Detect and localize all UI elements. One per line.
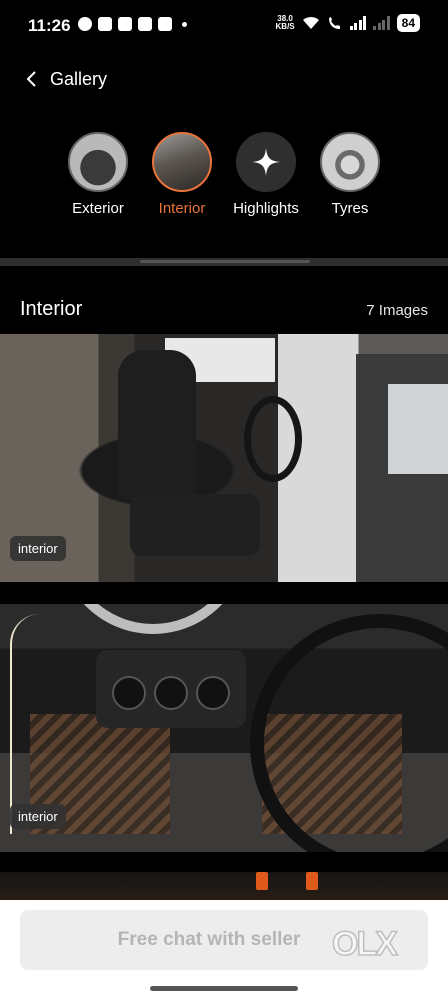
section-title: Interior (20, 298, 83, 320)
photo-tag: interior (10, 804, 66, 829)
tab-label: Tyres (331, 200, 369, 217)
app-header: Gallery (0, 56, 448, 102)
net-speed: 38.0 KB/S (276, 15, 295, 31)
tab-exterior[interactable]: Exterior (56, 132, 140, 217)
battery-indicator: 84 (396, 14, 420, 32)
sparkle-icon (252, 148, 280, 176)
gallery-photo[interactable]: interior (0, 334, 448, 582)
grid-icon (98, 17, 112, 31)
volte-call-icon (328, 17, 340, 29)
category-tabs: Exterior Interior Highlights Tyres (56, 132, 392, 217)
status-time: 11:26 (28, 16, 71, 35)
image-count: 7 Images (366, 302, 428, 319)
exterior-thumbnail (68, 132, 128, 192)
interior-thumbnail (152, 132, 212, 192)
status-bar: 11:26 38.0 KB/S 84 (0, 0, 448, 50)
signal-icon-2 (373, 16, 390, 30)
back-button[interactable] (18, 66, 44, 92)
chevron-left-icon (26, 71, 36, 87)
photo-tag: interior (10, 536, 66, 561)
dot-icon (182, 21, 187, 27)
whatsapp-icon (78, 17, 92, 31)
tab-label: Exterior (72, 200, 124, 217)
tab-interior[interactable]: Interior (140, 132, 224, 217)
notification-icons (78, 17, 187, 31)
system-icons: 38.0 KB/S 84 (276, 14, 420, 32)
bottom-panel: Free chat with seller OLX (0, 900, 448, 1000)
tab-label: Highlights (233, 200, 299, 217)
chat-button-label: Free chat with seller (117, 929, 301, 950)
tyres-thumbnail (320, 132, 380, 192)
calendar-icon (158, 17, 172, 31)
page-title: Gallery (50, 69, 108, 89)
signal-icon (349, 16, 367, 30)
tab-label: Interior (158, 200, 206, 217)
section-header: Interior 7 Images (0, 294, 448, 324)
tab-tyres[interactable]: Tyres (308, 132, 392, 217)
net-speed-unit: KB/S (275, 22, 295, 31)
sim-card-icon (118, 17, 132, 31)
wifi-icon (302, 16, 319, 29)
gallery-photo[interactable]: interior (0, 604, 448, 852)
plus-box-icon (138, 17, 152, 31)
home-indicator[interactable] (150, 986, 298, 991)
divider (0, 258, 448, 266)
free-chat-button[interactable]: Free chat with seller OLX (20, 910, 428, 970)
olx-logo-text: OLX (331, 924, 398, 964)
tab-highlights[interactable]: Highlights (224, 132, 308, 217)
olx-logo: OLX (331, 922, 414, 966)
highlights-thumbnail (236, 132, 296, 192)
gallery-photo[interactable] (0, 872, 448, 902)
